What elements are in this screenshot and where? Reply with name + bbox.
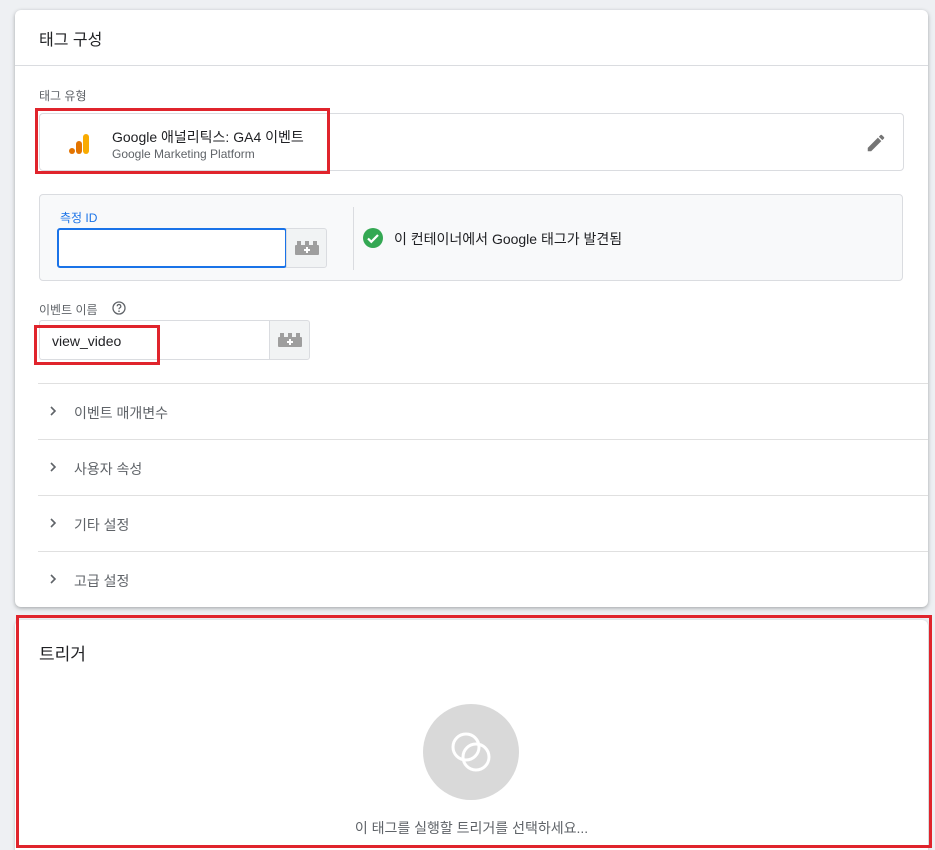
variable-picker-button[interactable] [286, 228, 327, 268]
section-label: 기타 설정 [74, 517, 130, 533]
measurement-id-panel: 측정 ID 이 컨테이너에서 Google 태그가 발견됨 [39, 194, 903, 281]
tag-type-name: Google 애널리틱스: GA4 이벤트 [112, 129, 304, 145]
event-name-input[interactable]: view_video [39, 320, 270, 360]
google-analytics-icon [69, 134, 89, 154]
vertical-divider [353, 207, 354, 270]
add-trigger-button[interactable] [423, 704, 519, 800]
chevron-right-icon [50, 518, 57, 528]
check-circle-icon [363, 228, 383, 248]
section-advanced-settings[interactable]: 고급 설정 [38, 551, 928, 607]
measurement-id-input[interactable] [57, 228, 287, 268]
help-icon[interactable] [112, 301, 126, 315]
chevron-right-icon [50, 574, 57, 584]
tag-config-title: 태그 구성 [39, 32, 103, 49]
event-variable-picker-button[interactable] [269, 320, 310, 360]
chevron-right-icon [50, 462, 57, 472]
tag-configuration-card: 태그 구성 태그 유형 Google 애널리틱스: GA4 이벤트 Google… [15, 10, 928, 607]
measurement-id-label: 측정 ID [60, 211, 98, 225]
variable-block-icon [277, 333, 302, 347]
google-tag-found-status: 이 컨테이너에서 Google 태그가 발견됨 [394, 231, 623, 247]
tag-type-label: 태그 유형 [39, 89, 87, 103]
variable-block-icon [294, 241, 319, 255]
section-event-parameters[interactable]: 이벤트 매개변수 [38, 383, 928, 439]
divider [15, 65, 928, 66]
pencil-icon[interactable] [865, 132, 887, 154]
section-other-settings[interactable]: 기타 설정 [38, 495, 928, 551]
trigger-title: 트리거 [39, 645, 86, 664]
tag-type-selector[interactable]: Google 애널리틱스: GA4 이벤트 Google Marketing P… [39, 113, 904, 171]
trigger-overlap-icon [451, 732, 491, 772]
section-user-properties[interactable]: 사용자 속성 [38, 439, 928, 495]
section-label: 고급 설정 [74, 573, 130, 589]
trigger-card[interactable]: 트리거 이 태그를 실행할 트리거를 선택하세요... [15, 620, 928, 850]
event-name-value: view_video [52, 333, 122, 349]
event-name-label: 이벤트 이름 [39, 303, 98, 317]
section-label: 사용자 속성 [74, 461, 143, 477]
chevron-right-icon [50, 406, 57, 416]
tag-type-platform: Google Marketing Platform [112, 147, 255, 161]
section-label: 이벤트 매개변수 [74, 405, 169, 421]
trigger-hint: 이 태그를 실행할 트리거를 선택하세요... [354, 820, 589, 836]
